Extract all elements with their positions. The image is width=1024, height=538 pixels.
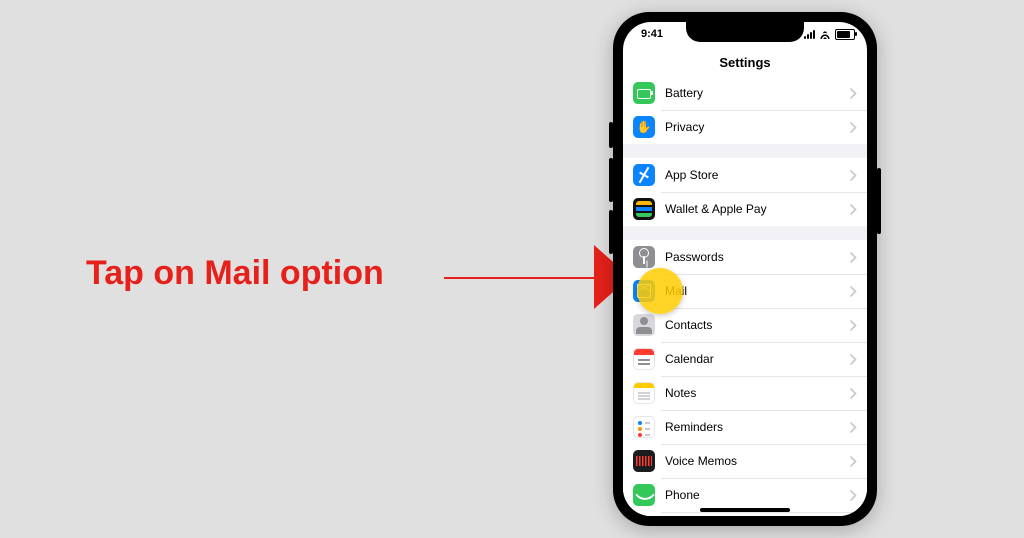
settings-group-battery-privacy: Battery ✋ Privacy — [623, 76, 867, 144]
wallet-icon — [633, 198, 655, 220]
settings-row-notes[interactable]: Notes — [623, 376, 867, 410]
settings-row-label: Passwords — [665, 250, 850, 264]
voicememos-icon — [633, 450, 655, 472]
passwords-icon — [633, 246, 655, 268]
wifi-icon — [819, 30, 831, 39]
volume-up-button — [609, 158, 613, 202]
chevron-right-icon — [850, 252, 857, 263]
settings-row-label: Voice Memos — [665, 454, 850, 468]
volume-down-button — [609, 210, 613, 254]
settings-row-wallet[interactable]: Wallet & Apple Pay — [623, 192, 867, 226]
phone-frame: 9:41 Settings Battery — [613, 12, 877, 526]
reminders-icon — [633, 416, 655, 438]
settings-row-label: App Store — [665, 168, 850, 182]
settings-row-label: Contacts — [665, 318, 850, 332]
settings-row-battery[interactable]: Battery — [623, 76, 867, 110]
cellular-signal-icon — [804, 30, 815, 39]
chevron-right-icon — [850, 320, 857, 331]
annotation-arrow — [444, 263, 624, 293]
settings-row-phone[interactable]: Phone — [623, 478, 867, 512]
settings-row-reminders[interactable]: Reminders — [623, 410, 867, 444]
settings-row-label: Battery — [665, 86, 850, 100]
settings-row-appstore[interactable]: App Store — [623, 158, 867, 192]
appstore-icon — [633, 164, 655, 186]
nav-bar: Settings — [623, 50, 867, 77]
settings-row-label: Notes — [665, 386, 850, 400]
chevron-right-icon — [850, 204, 857, 215]
chevron-right-icon — [850, 388, 857, 399]
phone-icon — [633, 484, 655, 506]
settings-row-label: Reminders — [665, 420, 850, 434]
mute-switch — [609, 122, 613, 148]
battery-icon — [633, 82, 655, 104]
contacts-icon — [633, 314, 655, 336]
power-button — [877, 168, 881, 234]
settings-row-privacy[interactable]: ✋ Privacy — [623, 110, 867, 144]
settings-row-mail[interactable]: Mail — [623, 274, 867, 308]
mail-icon — [633, 280, 655, 302]
calendar-icon — [633, 348, 655, 370]
settings-row-label: Calendar — [665, 352, 850, 366]
settings-row-label: Phone — [665, 488, 850, 502]
settings-row-calendar[interactable]: Calendar — [623, 342, 867, 376]
chevron-right-icon — [850, 490, 857, 501]
phone-notch — [686, 22, 804, 42]
settings-row-contacts[interactable]: Contacts — [623, 308, 867, 342]
annotation-text: Tap on Mail option — [86, 256, 384, 290]
nav-title: Settings — [719, 55, 770, 70]
chevron-right-icon — [850, 422, 857, 433]
chevron-right-icon — [850, 354, 857, 365]
settings-row-voicememos[interactable]: Voice Memos — [623, 444, 867, 478]
chevron-right-icon — [850, 286, 857, 297]
settings-row-label: Privacy — [665, 120, 850, 134]
notes-icon — [633, 382, 655, 404]
settings-row-messages[interactable]: Messages — [623, 512, 867, 516]
home-indicator[interactable] — [700, 508, 790, 512]
chevron-right-icon — [850, 122, 857, 133]
settings-row-passwords[interactable]: Passwords — [623, 240, 867, 274]
settings-group-apps: Passwords Mail Contacts — [623, 240, 867, 516]
battery-status-icon — [835, 29, 855, 40]
chevron-right-icon — [850, 456, 857, 467]
privacy-icon: ✋ — [633, 116, 655, 138]
settings-row-label: Wallet & Apple Pay — [665, 202, 850, 216]
settings-group-store-wallet: App Store Wallet & Apple Pay — [623, 158, 867, 226]
status-time: 9:41 — [641, 28, 663, 40]
chevron-right-icon — [850, 170, 857, 181]
phone-screen: 9:41 Settings Battery — [623, 22, 867, 516]
settings-list[interactable]: Battery ✋ Privacy App Store — [623, 76, 867, 516]
chevron-right-icon — [850, 88, 857, 99]
settings-row-label: Mail — [665, 284, 850, 298]
